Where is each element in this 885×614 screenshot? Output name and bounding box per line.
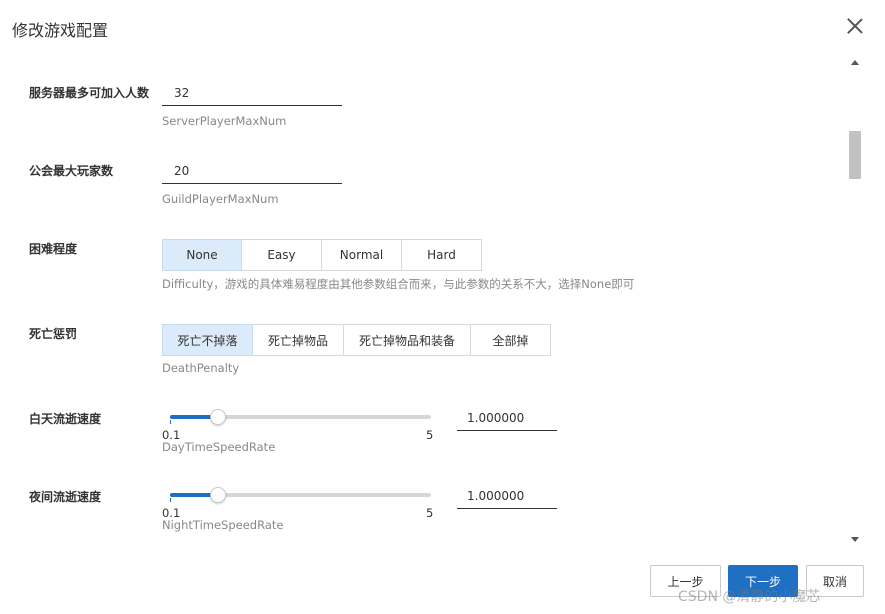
server-player-max-input[interactable] <box>162 80 342 106</box>
death-penalty-option-drop-items-equipment[interactable]: 死亡掉物品和装备 <box>343 324 471 356</box>
dialog-body: 服务器最多可加入人数 ServerPlayerMaxNum 公会最大玩家数 Gu… <box>12 55 865 547</box>
server-player-max-label: 服务器最多可加入人数 <box>29 86 150 100</box>
difficulty-selector: None Easy Normal Hard <box>162 239 482 271</box>
slider-tick <box>170 498 171 502</box>
night-time-speed-slider[interactable] <box>170 486 431 506</box>
death-penalty-hint: DeathPenalty <box>162 361 240 375</box>
difficulty-option-easy[interactable]: Easy <box>241 239 322 271</box>
scroll-up-icon[interactable] <box>851 60 859 65</box>
scroll-down-icon[interactable] <box>851 537 859 542</box>
death-penalty-option-no-drop[interactable]: 死亡不掉落 <box>162 324 253 356</box>
death-penalty-option-drop-items[interactable]: 死亡掉物品 <box>252 324 344 356</box>
death-penalty-option-drop-all[interactable]: 全部掉 <box>470 324 551 356</box>
watermark: CSDN @清静的小魔芯 <box>678 589 821 605</box>
day-time-speed-max: 5 <box>426 428 434 442</box>
day-time-speed-input[interactable] <box>457 405 557 431</box>
difficulty-hint: Difficulty，游戏的具体难易程度由其他参数组合而来，与此参数的关系不大，… <box>162 277 635 291</box>
server-player-max-hint: ServerPlayerMaxNum <box>162 114 287 128</box>
difficulty-label: 困难程度 <box>29 242 78 256</box>
night-time-speed-max: 5 <box>426 506 434 520</box>
difficulty-option-none[interactable]: None <box>162 239 242 271</box>
night-time-speed-input[interactable] <box>457 483 557 509</box>
close-icon[interactable] <box>846 17 864 35</box>
night-time-speed-hint: NightTimeSpeedRate <box>162 518 284 532</box>
night-time-speed-label: 夜间流逝速度 <box>29 490 102 504</box>
guild-player-max-label: 公会最大玩家数 <box>29 164 114 178</box>
death-penalty-label: 死亡惩罚 <box>29 327 78 341</box>
slider-thumb[interactable] <box>209 409 226 425</box>
day-time-speed-slider[interactable] <box>170 408 431 428</box>
guild-player-max-hint: GuildPlayerMaxNum <box>162 192 279 206</box>
scrollbar-thumb[interactable] <box>849 131 861 179</box>
difficulty-option-normal[interactable]: Normal <box>321 239 402 271</box>
death-penalty-selector: 死亡不掉落 死亡掉物品 死亡掉物品和装备 全部掉 <box>162 324 551 356</box>
dialog-title: 修改游戏配置 <box>12 21 109 40</box>
day-time-speed-hint: DayTimeSpeedRate <box>162 440 276 454</box>
dialog: 修改游戏配置 服务器最多可加入人数 ServerPlayerMaxNum 公会最… <box>0 0 885 614</box>
guild-player-max-input[interactable] <box>162 158 342 184</box>
vertical-scrollbar[interactable] <box>845 55 865 547</box>
slider-thumb[interactable] <box>209 487 226 503</box>
difficulty-option-hard[interactable]: Hard <box>401 239 482 271</box>
day-time-speed-label: 白天流逝速度 <box>29 412 102 426</box>
slider-tick <box>170 420 171 424</box>
